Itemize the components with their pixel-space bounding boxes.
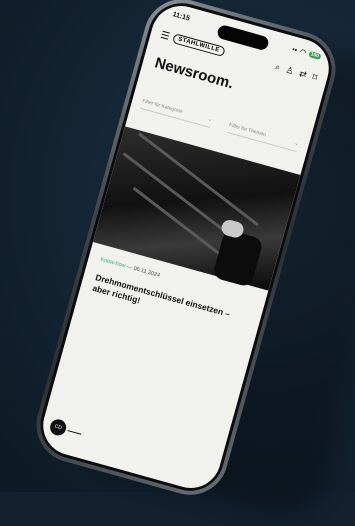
brand-logo[interactable]: STAHLWILLE bbox=[172, 33, 226, 57]
article-tag[interactable]: Know-how bbox=[100, 257, 126, 270]
topic-filter-label: Filter für Themen bbox=[228, 122, 267, 139]
topic-filter-select[interactable]: Filter für Themen ⌄ bbox=[227, 122, 300, 153]
image-sleeve bbox=[211, 228, 264, 288]
system-icons: ▪▪ ◠ 100 bbox=[291, 45, 322, 61]
article-headline[interactable]: Drehmomentschlüssel einsetzen – aber ric… bbox=[91, 272, 241, 333]
category-filter-label: Filter für Kategorie bbox=[141, 98, 183, 115]
menu-icon[interactable]: ☰ bbox=[159, 29, 171, 42]
cookie-settings-button[interactable]: CD bbox=[48, 417, 68, 438]
article-date: 06.11.2024 bbox=[132, 265, 161, 279]
user-icon[interactable]: ♙ bbox=[284, 64, 295, 77]
compare-icon[interactable]: ⇄ bbox=[298, 68, 308, 81]
chevron-down-icon: ⌄ bbox=[293, 140, 300, 148]
arrow-right-icon[interactable] bbox=[67, 430, 82, 435]
battery-icon: 100 bbox=[307, 50, 322, 60]
chevron-down-icon: ⌄ bbox=[206, 116, 213, 124]
search-icon[interactable]: ⌕ bbox=[274, 61, 282, 73]
wifi-icon: ◠ bbox=[298, 48, 307, 57]
category-filter-select[interactable]: Filter für Kategorie ⌄ bbox=[140, 98, 213, 128]
status-time: 11:15 bbox=[171, 11, 191, 23]
bookmark-icon[interactable]: ⌑ bbox=[311, 71, 318, 83]
nav-icon-group: ⌕ ♙ ⇄ ⌑ bbox=[274, 61, 318, 83]
signal-icon: ▪▪ bbox=[291, 45, 299, 54]
